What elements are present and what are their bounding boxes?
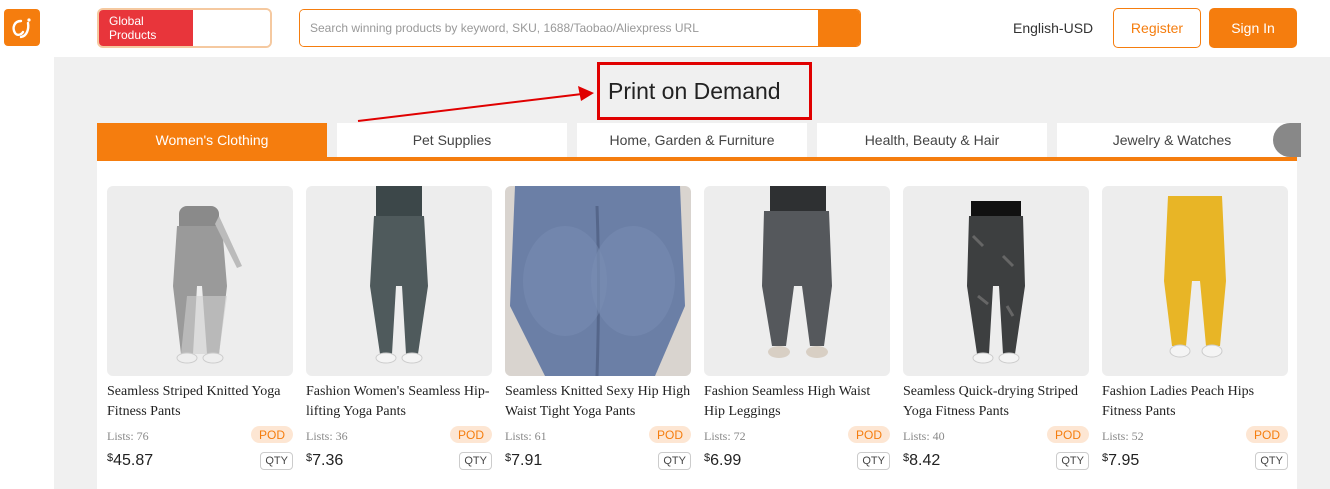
product-image[interactable] — [903, 186, 1089, 376]
global-products-label: Global Products — [99, 10, 193, 46]
leggings-photo — [762, 186, 832, 358]
product-image[interactable] — [505, 186, 691, 376]
product-card[interactable]: Fashion Ladies Peach Hips Fitness Pants … — [1102, 186, 1288, 472]
product-price: $6.99 — [704, 452, 741, 470]
category-tabs: Women's Clothing Pet Supplies Home, Gard… — [97, 123, 1301, 161]
product-meta: Lists: 61 POD — [505, 426, 691, 446]
product-price-row: $45.87 QTY — [107, 450, 293, 472]
cj-logo-icon[interactable] — [4, 9, 40, 46]
tab-jewelry-watches[interactable]: Jewelry & Watches — [1057, 123, 1287, 157]
leggings-photo — [510, 186, 685, 376]
pod-badge: POD — [1245, 426, 1288, 443]
qty-button[interactable]: QTY — [260, 452, 293, 470]
top-header: Global Products English-USD Register Sig… — [0, 0, 1330, 57]
price-value: 45.87 — [113, 452, 154, 469]
tab-health-beauty-hair[interactable]: Health, Beauty & Hair — [817, 123, 1047, 157]
product-image[interactable] — [107, 186, 293, 376]
price-value: 8.42 — [909, 452, 941, 469]
product-lists-count: Lists: 61 — [505, 429, 547, 443]
pod-badge: POD — [449, 426, 492, 443]
price-value: 7.91 — [511, 452, 543, 469]
cj-logo-mark — [12, 17, 31, 38]
leggings-photo — [370, 186, 428, 364]
product-price: $8.42 — [903, 452, 940, 470]
section-title: Print on Demand — [608, 77, 781, 104]
product-name[interactable]: Fashion Seamless High Waist Hip Leggings — [704, 382, 890, 422]
sign-in-button[interactable]: Sign In — [1209, 8, 1297, 48]
search-input[interactable] — [300, 10, 818, 46]
product-card[interactable]: Fashion Women's Seamless Hip-lifting Yog… — [306, 186, 492, 472]
product-price-row: $6.99 QTY — [704, 450, 890, 472]
pod-badge: POD — [250, 426, 293, 443]
qty-button[interactable]: QTY — [658, 452, 691, 470]
tab-home-garden-furniture[interactable]: Home, Garden & Furniture — [577, 123, 807, 157]
price-value: 7.95 — [1108, 452, 1140, 469]
product-price: $7.95 — [1102, 452, 1139, 470]
product-price: $7.36 — [306, 452, 343, 470]
product-grid: Seamless Striped Knitted Yoga Fitness Pa… — [97, 161, 1297, 489]
leggings-photo — [173, 206, 242, 364]
product-price: $7.91 — [505, 452, 542, 470]
product-image[interactable] — [1102, 186, 1288, 376]
tab-womens-clothing[interactable]: Women's Clothing — [97, 123, 327, 157]
search-bar — [299, 9, 861, 47]
register-button[interactable]: Register — [1113, 8, 1201, 48]
qty-button[interactable]: QTY — [1255, 452, 1288, 470]
product-meta: Lists: 36 POD — [306, 426, 492, 446]
product-card[interactable]: Seamless Knitted Sexy Hip High Waist Tig… — [505, 186, 691, 472]
product-price-row: $7.36 QTY — [306, 450, 492, 472]
leggings-photo — [967, 201, 1025, 364]
product-meta: Lists: 52 POD — [1102, 426, 1288, 446]
product-lists-count: Lists: 52 — [1102, 429, 1144, 443]
price-value: 6.99 — [710, 452, 742, 469]
pod-badge: POD — [648, 426, 691, 443]
global-products-button[interactable]: Global Products — [97, 8, 272, 48]
tabs-scroll-handle[interactable] — [1273, 123, 1301, 157]
qty-button[interactable]: QTY — [1056, 452, 1089, 470]
qty-button[interactable]: QTY — [857, 452, 890, 470]
price-value: 7.36 — [312, 452, 344, 469]
search-button[interactable] — [818, 10, 860, 46]
product-lists-count: Lists: 72 — [704, 429, 746, 443]
product-price-row: $8.42 QTY — [903, 450, 1089, 472]
product-meta: Lists: 76 POD — [107, 426, 293, 446]
product-card[interactable]: Seamless Striped Knitted Yoga Fitness Pa… — [107, 186, 293, 472]
product-price: $45.87 — [107, 452, 153, 470]
product-card[interactable]: Fashion Seamless High Waist Hip Leggings… — [704, 186, 890, 472]
leggings-photo — [1164, 196, 1226, 358]
product-image[interactable] — [306, 186, 492, 376]
section-title-highlight: Print on Demand — [597, 62, 812, 120]
pod-badge: POD — [847, 426, 890, 443]
product-price-row: $7.95 QTY — [1102, 450, 1288, 472]
product-lists-count: Lists: 36 — [306, 429, 348, 443]
product-meta: Lists: 72 POD — [704, 426, 890, 446]
language-currency-selector[interactable]: English-USD — [1013, 20, 1093, 36]
product-lists-count: Lists: 40 — [903, 429, 945, 443]
product-meta: Lists: 40 POD — [903, 426, 1089, 446]
product-name[interactable]: Seamless Quick-drying Striped Yoga Fitne… — [903, 382, 1089, 422]
product-price-row: $7.91 QTY — [505, 450, 691, 472]
product-name[interactable]: Seamless Striped Knitted Yoga Fitness Pa… — [107, 382, 293, 422]
pod-badge: POD — [1046, 426, 1089, 443]
tab-pet-supplies[interactable]: Pet Supplies — [337, 123, 567, 157]
qty-button[interactable]: QTY — [459, 452, 492, 470]
product-name[interactable]: Seamless Knitted Sexy Hip High Waist Tig… — [505, 382, 691, 422]
product-lists-count: Lists: 76 — [107, 429, 149, 443]
global-products-dropdown — [193, 10, 270, 46]
product-image[interactable] — [704, 186, 890, 376]
product-name[interactable]: Fashion Women's Seamless Hip-lifting Yog… — [306, 382, 492, 422]
product-name[interactable]: Fashion Ladies Peach Hips Fitness Pants — [1102, 382, 1288, 422]
product-card[interactable]: Seamless Quick-drying Striped Yoga Fitne… — [903, 186, 1089, 472]
